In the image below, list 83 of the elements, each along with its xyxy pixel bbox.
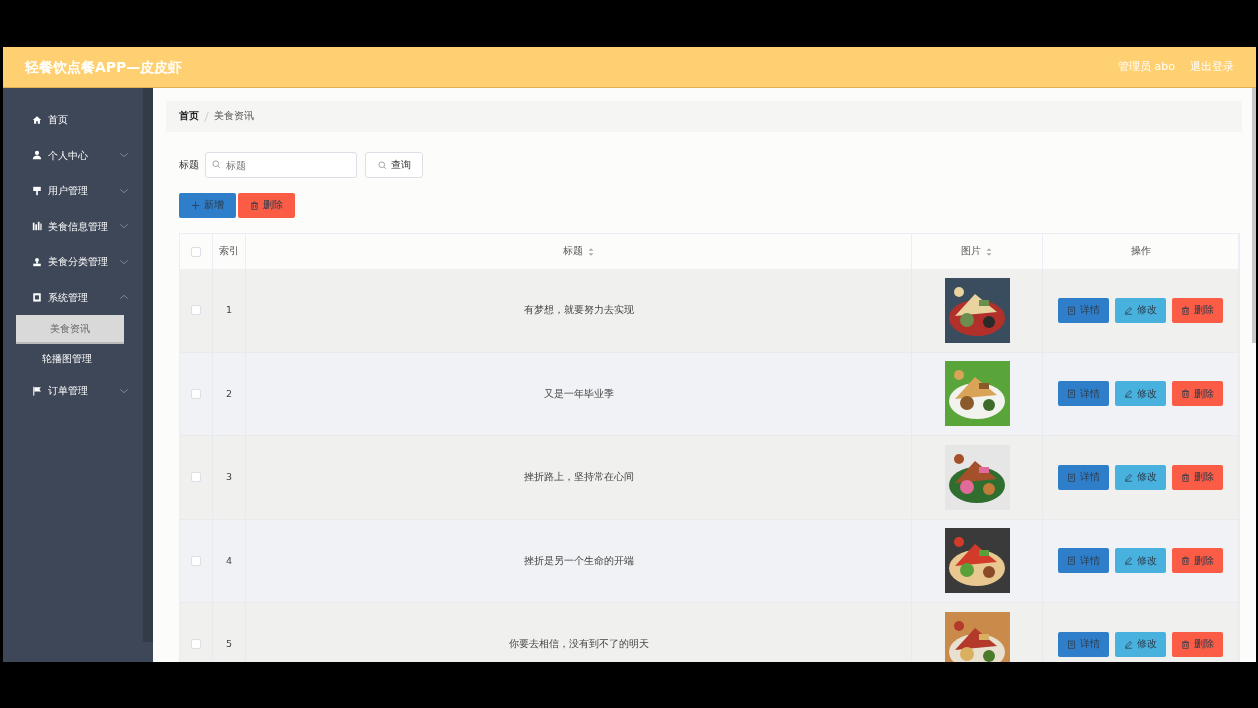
sort-icon [586,246,595,257]
column-header: 操作 [1130,244,1151,259]
title-cell: 你要去相信，没有到不了的明天 [508,637,649,652]
trash-icon [1181,305,1190,315]
row-checkbox[interactable] [191,639,201,650]
trash-icon [250,201,259,210]
submenu-item[interactable]: 轮播图管理 [3,344,143,373]
document-icon [1067,389,1076,399]
document-icon [1067,556,1076,566]
scroll-track[interactable] [143,88,153,642]
document-icon [1067,472,1076,482]
pencil-icon [1124,639,1133,649]
menu-item[interactable]: 用户管理 [3,173,143,209]
edit-button[interactable]: 修改 [1115,381,1166,407]
search-icon [212,160,221,169]
scrollbar[interactable] [1252,88,1256,343]
index-cell: 2 [225,386,232,401]
menu-item[interactable]: 系统管理 [3,279,143,315]
flag-icon [32,385,42,396]
menu-item[interactable]: 美食信息管理 [3,208,143,244]
pencil-icon [1124,472,1133,482]
home-icon [32,114,42,125]
index-cell: 1 [225,303,232,318]
column-header[interactable]: 标题 [562,244,583,259]
select-all-checkbox[interactable] [191,246,201,257]
plus-icon [191,201,200,210]
index-cell: 3 [225,470,232,485]
user-label: 管理员 abo [1118,58,1175,75]
delete-button[interactable]: 删除 [238,193,295,218]
trash-icon [1181,472,1190,482]
row-checkbox[interactable] [191,555,201,566]
delete-button[interactable]: 删除 [1172,297,1223,323]
sort-icon [985,246,993,257]
edit-button[interactable]: 修改 [1115,631,1166,657]
menu-item[interactable]: 订单管理 [3,373,143,409]
breadcrumb-item: 美食资讯 [214,109,254,124]
edit-button[interactable]: 修改 [1115,548,1166,574]
person-icon [32,150,42,161]
document-icon [1067,639,1076,649]
detail-button[interactable]: 详情 [1058,464,1109,490]
row-checkbox[interactable] [191,388,201,399]
column-header[interactable]: 图片 [961,244,981,259]
menu-item[interactable]: 个人中心 [3,137,143,173]
delete-button[interactable]: 删除 [1172,631,1223,657]
stamp-icon [32,256,42,267]
trash-icon [1181,389,1190,399]
menu-item[interactable]: 美食分类管理 [3,244,143,280]
detail-button[interactable]: 详情 [1058,631,1109,657]
pencil-icon [1124,556,1133,566]
detail-button[interactable]: 详情 [1058,297,1109,323]
bar-chart-icon [32,221,42,232]
trash-icon [1181,556,1190,566]
search-button[interactable]: 查询 [365,152,423,178]
breadcrumb-item[interactable]: 首页 [179,109,199,124]
title-cell: 有梦想，就要努力去实现 [523,303,634,318]
edit-button[interactable]: 修改 [1115,297,1166,323]
app-title: 轻餐饮点餐APP—皮皮虾 [25,57,183,77]
title-cell: 挫折是另一个生命的开端 [523,553,634,568]
row-checkbox[interactable] [191,305,201,316]
pencil-icon [1124,389,1133,399]
clipboard-icon [32,292,42,303]
index-cell: 4 [225,553,232,568]
detail-button[interactable]: 详情 [1058,381,1109,407]
trash-icon [1181,639,1190,649]
sign-icon [32,185,42,196]
title-cell: 挫折路上，坚持常在心间 [523,470,634,485]
delete-button[interactable]: 删除 [1172,464,1223,490]
search-field[interactable]: 标题 [205,152,357,178]
edit-button[interactable]: 修改 [1115,464,1166,490]
row-checkbox[interactable] [191,472,201,483]
column-header: 索引 [219,244,239,259]
delete-button[interactable]: 删除 [1172,548,1223,574]
pencil-icon [1124,305,1133,315]
search-icon [377,160,387,170]
detail-button[interactable]: 详情 [1058,548,1109,574]
delete-button[interactable]: 删除 [1172,381,1223,407]
search-label: 标题 [179,157,199,172]
add-button[interactable]: 新增 [179,193,236,218]
index-cell: 5 [225,637,232,652]
document-icon [1067,305,1076,315]
submenu-item[interactable]: 美食资讯 [16,315,124,344]
menu-item[interactable]: 首页 [3,102,143,138]
title-cell: 又是一年毕业季 [543,386,614,401]
